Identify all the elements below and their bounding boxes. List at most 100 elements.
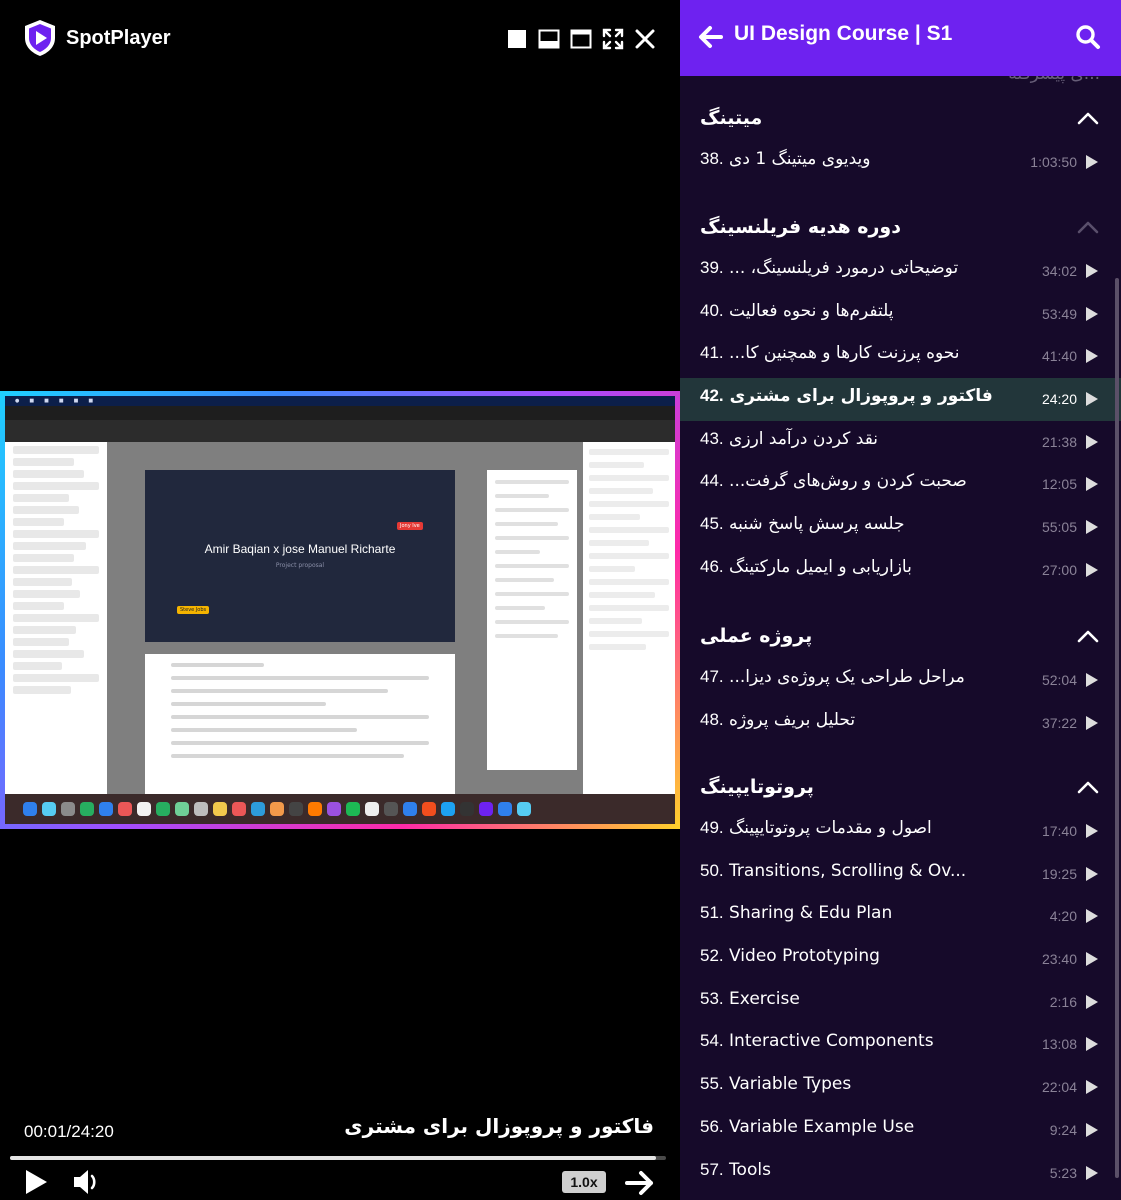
chevron-up-icon[interactable] [1077,780,1099,794]
lesson-title: 42. فاکتور و پروپوزال برای مشتری [700,386,993,406]
lesson-number: 51. [700,903,724,923]
lesson-name: اصول و مقدمات پروتوتایپینگ [729,818,932,838]
play-icon[interactable] [1085,519,1099,535]
lesson-item[interactable]: 55. Variable Types 22:04 [680,1066,1121,1109]
search-icon[interactable] [1075,24,1101,50]
play-icon[interactable] [1085,994,1099,1010]
chevron-up-icon[interactable] [1077,629,1099,643]
section-header[interactable]: میتینگ [680,97,1121,141]
seek-bar-fill [10,1156,657,1160]
lesson-number: 52. [700,946,724,966]
next-arrow-icon[interactable] [624,1168,656,1198]
lesson-item[interactable]: 56. Variable Example Use 9:24 [680,1109,1121,1152]
lesson-item[interactable]: 43. نقد کردن درآمد ارزی 21:38 [680,421,1121,464]
lesson-item[interactable]: 54. Interactive Components 13:08 [680,1023,1121,1066]
play-icon[interactable] [1085,263,1099,279]
cursor-label: Jony Ive [397,522,423,530]
play-icon[interactable] [1085,951,1099,967]
bottom-panel-icon[interactable] [538,28,560,50]
volume-icon[interactable] [72,1168,102,1196]
lesson-item[interactable]: 44. صحبت کردن و روش‌های گرفت... 12:05 [680,463,1121,506]
lesson-item[interactable]: 39. توضیحاتی درمورد فریلنسینگ، ... 34:02 [680,250,1121,293]
play-icon[interactable] [1085,823,1099,839]
fill-square-icon[interactable] [506,28,528,50]
lesson-name: توضیحاتی درمورد فریلنسینگ، ... [729,258,959,278]
fullscreen-icon[interactable] [602,28,624,50]
lesson-number: 56. [700,1116,724,1136]
lesson-title: 40. پلتفرم‌ها و نحوه فعالیت [700,301,894,321]
chevron-up-icon[interactable] [1077,220,1099,234]
maximize-window-icon[interactable] [570,28,592,50]
seek-bar[interactable] [10,1156,666,1160]
lesson-title: 52. Video Prototyping [700,946,880,966]
lesson-number: 39. [700,258,724,277]
lesson-item[interactable]: 47. مراحل طراحی یک پروژه‌ی دیزا... 52:04 [680,659,1121,702]
lesson-item[interactable]: 52. Video Prototyping 23:40 [680,938,1121,981]
lesson-name: بازاریابی و ایمیل مارکتینگ [729,556,912,577]
lesson-item[interactable]: 53. Exercise 2:16 [680,981,1121,1024]
section-header[interactable]: پروتوتایپینگ [680,766,1121,810]
play-icon[interactable] [1085,348,1099,364]
play-icon[interactable] [1085,1122,1099,1138]
proposal-slide: Amir Baqian x jose Manuel Richarte Proje… [145,470,455,642]
play-icon[interactable] [1085,866,1099,882]
play-icon[interactable] [1085,154,1099,170]
lesson-name: Tools [729,1159,771,1180]
section-header[interactable]: پروژه عملی [680,615,1121,659]
lesson-number: 50. [700,860,724,880]
lesson-title: 48. تحلیل بریف پروژه [700,710,855,730]
lesson-item[interactable]: 49. اصول و مقدمات پروتوتایپینگ 17:40 [680,810,1121,853]
lesson-item[interactable]: 45. جلسه پرسش پاسخ شنبه 55:05 [680,506,1121,549]
play-icon[interactable] [1085,1079,1099,1095]
lesson-item[interactable]: 50. Transitions, Scrolling & Ov... 19:25 [680,853,1121,896]
lesson-item-active[interactable]: 42. فاکتور و پروپوزال برای مشتری 24:20 [680,378,1121,421]
lesson-duration: 53:49 [1041,305,1077,322]
window-controls [506,28,656,50]
lesson-item[interactable]: 38. ویدیوی میتینگ 1 دی 1:03:50 [680,141,1121,184]
play-icon[interactable] [1085,672,1099,688]
brand: SpotPlayer [22,18,170,58]
section-header[interactable]: دوره هدیه فریلنسینگ [680,206,1121,250]
slide-subtitle: Project proposal [275,562,325,569]
lesson-item[interactable]: 48. تحلیل بریف پروژه 37:22 [680,702,1121,745]
playback-speed-button[interactable]: 1.0x [562,1171,606,1193]
lesson-name: پلتفرم‌ها و نحوه فعالیت [729,300,894,321]
play-icon[interactable] [22,1168,50,1196]
scrollbar[interactable] [1115,278,1119,1178]
lesson-number: 49. [700,818,724,837]
play-icon[interactable] [1085,476,1099,492]
course-section: پروژه عملی 47. مراحل طراحی یک پروژه‌ی دیز… [680,615,1121,744]
video-content: ● ■ ■ ■ ■ ■ Amir Baqian x jose Manuel Richart… [5,396,675,824]
lesson-name: Interactive Components [729,1031,934,1052]
lesson-duration: 23:40 [1041,951,1077,968]
play-icon[interactable] [1085,1165,1099,1181]
play-icon[interactable] [1085,306,1099,322]
play-icon[interactable] [1085,434,1099,450]
lesson-duration: 21:38 [1041,433,1077,450]
back-arrow-icon[interactable] [698,24,724,50]
play-icon[interactable] [1085,562,1099,578]
course-sidebar: ...ی پیشرفته میتینگ38. ویدیوی میتینگ 1 د… [680,0,1121,1200]
lesson-item[interactable]: 40. پلتفرم‌ها و نحوه فعالیت 53:49 [680,293,1121,336]
video-frame[interactable]: ● ■ ■ ■ ■ ■ Amir Baqian x jose Manuel Richart… [0,391,680,829]
lesson-number: 53. [700,988,724,1008]
slide-title: Amir Baqian x jose Manuel Richarte [204,542,396,556]
play-icon[interactable] [1085,391,1099,407]
lesson-item[interactable]: 41. نحوه پرزنت کارها و همچنین کا... 41:40 [680,335,1121,378]
video-player: SpotPlayer ● ■ ■ ■ ■ ■ Amir Baqian x jos… [0,0,680,1200]
play-icon[interactable] [1085,1036,1099,1052]
lesson-item[interactable]: 46. بازاریابی و ایمیل مارکتینگ 27:00 [680,549,1121,592]
close-icon[interactable] [634,28,656,50]
chevron-up-icon[interactable] [1077,111,1099,125]
play-icon[interactable] [1085,908,1099,924]
lesson-name: Variable Example Use [729,1116,915,1137]
lesson-name: مراحل طراحی یک پروژه‌ی دیزا... [729,667,965,687]
lesson-number: 44. [700,471,724,491]
lesson-item[interactable]: 57. Tools 5:23 [680,1152,1121,1195]
lesson-title: 41. نحوه پرزنت کارها و همچنین کا... [700,343,960,363]
section-title: دوره هدیه فریلنسینگ [700,216,901,238]
lesson-item[interactable]: 51. Sharing & Edu Plan 4:20 [680,895,1121,938]
section-title: پروتوتایپینگ [700,776,814,798]
play-icon[interactable] [1085,715,1099,731]
lesson-number: 43. [700,428,724,448]
